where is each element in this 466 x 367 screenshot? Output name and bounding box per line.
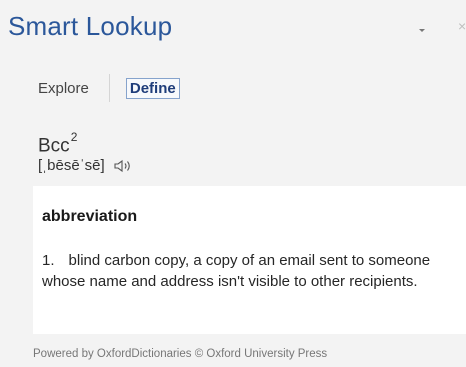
headword-superscript: 2 xyxy=(70,130,78,144)
close-button[interactable]: × xyxy=(458,18,466,34)
pane-title: Smart Lookup xyxy=(8,11,173,41)
headword-text: Bcc xyxy=(38,135,70,157)
pronunciation: [ˌbēsēˈsē] xyxy=(38,157,135,174)
attribution-footer: Powered by OxfordDictionaries © Oxford U… xyxy=(33,348,328,360)
pronunciation-text: [ˌbēsēˈsē] xyxy=(38,157,105,174)
pane-options-dropdown[interactable] xyxy=(414,22,430,38)
definition-number: 1. xyxy=(42,252,55,269)
tab-define[interactable]: Define xyxy=(125,77,180,99)
part-of-speech: abbreviation xyxy=(42,208,138,225)
headword: Bcc2 xyxy=(38,130,78,157)
tab-bar: Explore Define xyxy=(38,74,180,102)
definition-text: blind carbon copy, a copy of an email se… xyxy=(42,252,431,290)
pane-header: Smart Lookup × xyxy=(0,0,466,60)
definition: 1. blind carbon copy, a copy of an email … xyxy=(42,250,452,292)
smart-lookup-pane: Smart Lookup × Explore Define Bcc2 [ˌbēs… xyxy=(0,0,466,367)
tab-explore[interactable]: Explore xyxy=(38,80,89,97)
speaker-icon[interactable] xyxy=(113,158,135,174)
tab-separator xyxy=(108,74,110,102)
caret-down-icon xyxy=(419,28,425,32)
